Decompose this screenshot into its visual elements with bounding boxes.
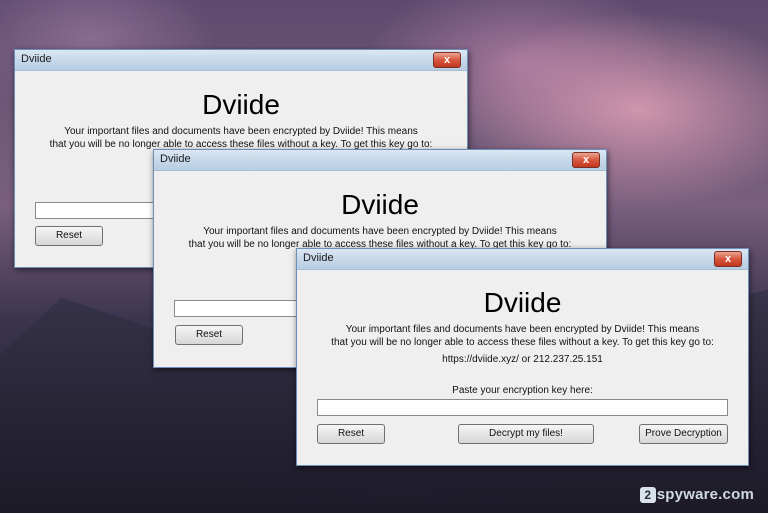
window-3-reset-button[interactable]: Reset xyxy=(317,424,385,444)
window-3-message-line-1: Your important files and documents have … xyxy=(345,324,700,335)
window-2-heading: Dviide xyxy=(341,189,419,220)
window-3-titlebar[interactable]: Dviide x xyxy=(297,249,748,270)
window-3-heading: Dviide xyxy=(483,287,562,318)
window-2-close-button[interactable]: x xyxy=(572,152,600,168)
window-1-close-button[interactable]: x xyxy=(433,52,461,68)
window-1-heading: Dviide xyxy=(202,89,280,120)
window-3-prove-decryption-button[interactable]: Prove Decryption xyxy=(639,424,728,444)
window-2-reset-button[interactable]: Reset xyxy=(175,325,243,345)
window-1-message-line-1: Your important files and documents have … xyxy=(64,126,418,137)
watermark-badge: 2 xyxy=(639,487,656,503)
window-1-titlebar[interactable]: Dviide x xyxy=(15,50,467,71)
window-3-client: Dviide Your important files and document… xyxy=(297,270,748,465)
window-2-message-line-1: Your important files and documents have … xyxy=(203,226,557,237)
window-2-titlebar[interactable]: Dviide x xyxy=(154,150,606,171)
window-3-decrypt-button[interactable]: Decrypt my files! xyxy=(458,424,594,444)
window-1-reset-button[interactable]: Reset xyxy=(35,226,103,246)
window-1-title: Dviide xyxy=(21,53,52,65)
window-3-paste-key-label: Paste your encryption key here: xyxy=(452,385,593,396)
ransom-window-3: Dviide x Dviide Your important files and… xyxy=(296,248,749,466)
window-3-message-line-2: that you will be no longer able to acces… xyxy=(331,337,714,348)
site-watermark: 2 spyware.com xyxy=(639,486,754,503)
watermark-text: spyware.com xyxy=(656,486,754,503)
window-3-key-input[interactable] xyxy=(317,399,728,416)
window-3-title: Dviide xyxy=(303,252,334,264)
window-3-decryption-address: https://dviide.xyz/ or 212.237.25.151 xyxy=(442,354,603,365)
window-2-title: Dviide xyxy=(160,153,191,165)
window-3-close-button[interactable]: x xyxy=(714,251,742,267)
